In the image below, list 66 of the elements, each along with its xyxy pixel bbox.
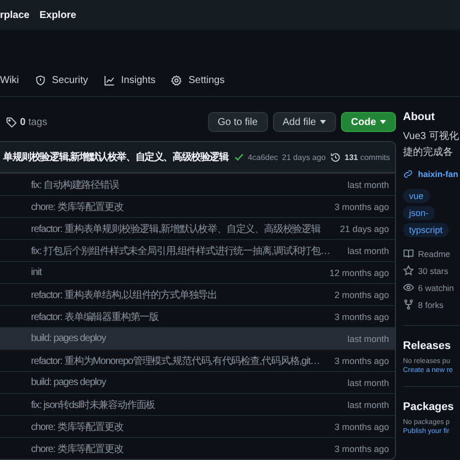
book-icon (403, 248, 414, 259)
repo-tab[interactable]: Insights (104, 71, 156, 90)
check-icon (234, 152, 244, 162)
toolbar-button[interactable]: Go to file (208, 112, 268, 132)
commit-time: last month (347, 246, 389, 256)
commit-message[interactable]: build: pages deploy (31, 333, 342, 344)
repo-stat[interactable]: 8 forks (403, 296, 460, 313)
commit-message[interactable]: refactor: 重构表单规则校验逻辑,新增默认枚举、自定义、高级校验逻辑 (31, 222, 334, 236)
commit-time: last month (347, 180, 389, 190)
description-text: 捷的完成各 (403, 146, 454, 160)
commit-time: 3 months ago (334, 356, 389, 366)
commit-message[interactable]: refactor: 重构表单结构,以组件的方式单独导出 (31, 288, 328, 302)
commit-time: 3 months ago (334, 312, 389, 322)
commit-message[interactable]: refactor: 表单编辑器重构第一版 (31, 310, 328, 324)
history-icon (330, 152, 341, 162)
repo-tab[interactable]: Security (34, 71, 88, 90)
commit-message[interactable]: 单规则校验逻辑,新增默认枚举、自定义、高级校验逻辑 (3, 150, 230, 164)
code-button[interactable]: Code (341, 112, 396, 132)
nav-link[interactable]: rplace (0, 10, 30, 20)
graph-icon (104, 75, 116, 86)
commit-time: 21 days ago (340, 224, 389, 234)
settings-icon (171, 75, 182, 86)
commit-message[interactable]: fix: json转dsl时未兼容动作面板 (31, 398, 342, 412)
caret-icon (380, 120, 386, 124)
commit-message[interactable]: init (31, 267, 324, 278)
tag-icon (6, 116, 17, 128)
nav-link[interactable]: Explore (39, 10, 76, 20)
eye-icon (403, 282, 414, 293)
commit-message[interactable]: chore: 类库等配置更改 (31, 420, 328, 434)
commits-link[interactable]: 131 commits (344, 152, 390, 162)
star-icon (403, 265, 414, 276)
toolbar-button[interactable]: Add file (272, 112, 336, 132)
commit-time: last month (347, 400, 389, 410)
repo-stat[interactable]: Readme (403, 245, 460, 262)
commit-message[interactable]: chore: 类库等配置更改 (31, 200, 328, 214)
description-text: Vue3 可视化 (403, 130, 460, 144)
commit-time: 2 months ago (334, 290, 389, 300)
about-heading: About (403, 111, 436, 123)
commit-message[interactable]: build: pages deploy (31, 377, 342, 388)
tags-link[interactable]: 0 tags (20, 116, 48, 128)
repo-stat[interactable]: 6 watchin (403, 279, 460, 296)
fork-icon (403, 299, 414, 310)
section-heading: Releases (403, 340, 452, 352)
topic-tag[interactable]: typscript (403, 223, 449, 237)
repo-tab[interactable]: Wiki (0, 71, 19, 90)
section-heading: Packages (403, 401, 455, 413)
commit-time: 12 months ago (329, 268, 389, 278)
commit-time: last month (347, 334, 389, 344)
shield-icon (34, 75, 46, 86)
commit-time: 21 days ago (282, 152, 326, 162)
repo-tab[interactable]: Settings (171, 71, 225, 90)
commit-time: 3 months ago (334, 444, 389, 454)
commit-message[interactable]: refactor: 重构为Monorepo管理模式,规范代码,有代码检查,代码风格,git… (31, 354, 328, 368)
repo-stat[interactable]: 30 stars (403, 262, 460, 279)
commit-message[interactable]: fix: 自动构建路径错误 (31, 178, 342, 192)
topic-tag[interactable]: json- (403, 206, 435, 220)
commit-time: 3 months ago (334, 202, 389, 212)
website-link[interactable]: haixin-fan (403, 169, 460, 179)
topic-tag[interactable]: vue (403, 189, 430, 203)
commit-sha[interactable]: 4ca6dec (248, 152, 278, 162)
commit-message[interactable]: fix: 打包后个别组件样式未全局引用,组件样式进行统一抽离,调试和打包… (31, 244, 342, 258)
commit-time: 3 months ago (334, 422, 389, 432)
commit-message[interactable]: chore: 类库等配置更改 (31, 442, 328, 456)
caret-icon (320, 120, 326, 124)
commit-time: last month (347, 378, 389, 388)
link-icon (403, 169, 413, 179)
